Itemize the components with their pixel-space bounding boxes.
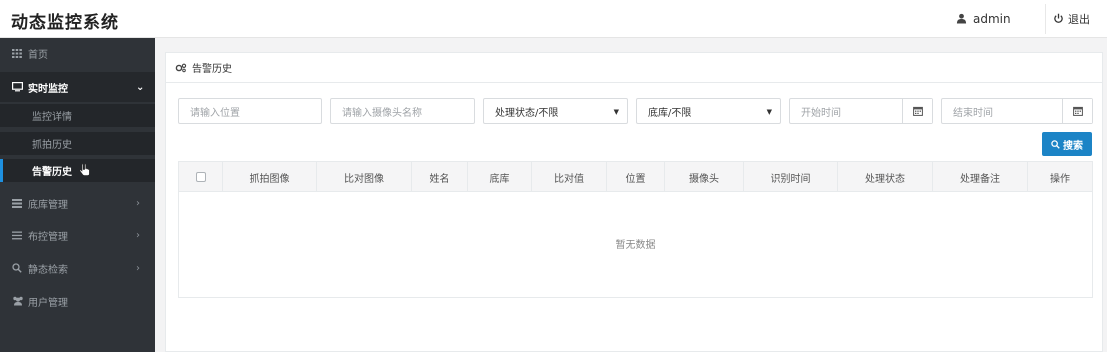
- logout-button[interactable]: 退出: [1053, 0, 1090, 37]
- sidebar-item-static-search[interactable]: 静态检索 ›: [0, 253, 155, 283]
- status-select-value: 处理状态/不限: [495, 107, 559, 119]
- chevron-right-icon: ›: [136, 229, 140, 241]
- sidebar-item-label: 静态检索: [28, 264, 68, 276]
- app-title: 动态监控系统: [11, 13, 119, 33]
- sidebar-subitem-label: 监控详情: [32, 112, 72, 123]
- start-time-placeholder: 开始时间: [801, 107, 841, 119]
- logout-label: 退出: [1068, 12, 1090, 26]
- sidebar-subitem-capture-history[interactable]: 抓拍历史: [0, 132, 155, 155]
- column-header[interactable]: 处理备注: [933, 162, 1028, 192]
- sidebar-item-label: 底库管理: [28, 199, 68, 211]
- calendar-icon[interactable]: [1062, 99, 1092, 123]
- user-icon: [956, 13, 967, 24]
- camera-placeholder: 请输入摄像头名称: [342, 107, 422, 119]
- sidebar: 首页 实时监控 ⌄ 监控详情 抓拍历史 告警历史 底库管理 › 布控管理 › 静…: [0, 38, 155, 352]
- sidebar-item-label: 首页: [28, 49, 48, 61]
- location-placeholder: 请输入位置: [190, 107, 240, 119]
- chevron-right-icon: ›: [136, 197, 140, 209]
- column-header[interactable]: 操作: [1028, 162, 1092, 192]
- panel-header: 告警历史: [166, 53, 1102, 83]
- sidebar-item-user-management[interactable]: 用户管理: [0, 286, 155, 316]
- sidebar-item-library-management[interactable]: 底库管理 ›: [0, 188, 155, 218]
- sidebar-subitem-alarm-history[interactable]: 告警历史: [0, 159, 155, 182]
- sidebar-subitem-label: 抓拍历史: [32, 140, 72, 151]
- search-button[interactable]: 搜索: [1042, 132, 1092, 156]
- hand-pointer-icon: [78, 163, 92, 180]
- column-header[interactable]: 比对图像: [317, 162, 412, 192]
- status-select[interactable]: 处理状态/不限 ▼: [483, 98, 628, 124]
- end-time-input[interactable]: 结束时间: [941, 98, 1093, 124]
- power-icon: [1053, 13, 1064, 24]
- sidebar-subitem-monitor-detail[interactable]: 监控详情: [0, 104, 155, 127]
- start-time-input[interactable]: 开始时间: [789, 98, 933, 124]
- calendar-icon[interactable]: [902, 99, 932, 123]
- select-all-cell: [179, 162, 223, 192]
- top-bar: 动态监控系统 admin 退出: [0, 0, 1107, 38]
- sidebar-item-realtime-monitor[interactable]: 实时监控 ⌄: [0, 72, 155, 102]
- column-header[interactable]: 识别时间: [744, 162, 838, 192]
- location-input[interactable]: 请输入位置: [178, 98, 322, 124]
- column-header[interactable]: 处理状态: [838, 162, 933, 192]
- camera-name-input[interactable]: 请输入摄像头名称: [330, 98, 475, 124]
- sidebar-subitem-label: 告警历史: [32, 167, 72, 178]
- sidebar-item-label: 布控管理: [28, 231, 68, 243]
- empty-state-text: 暂无数据: [615, 240, 656, 251]
- column-header[interactable]: 底库: [468, 162, 532, 192]
- active-indicator: [0, 159, 3, 182]
- users-icon: [12, 296, 24, 306]
- library-select[interactable]: 底库/不限 ▼: [636, 98, 781, 124]
- search-icon: [12, 263, 22, 273]
- table-header: 抓拍图像 比对图像 姓名 底库 比对值 位置 摄像头 识别时间 处理状态 处理备…: [179, 162, 1092, 192]
- sidebar-item-control-management[interactable]: 布控管理 ›: [0, 220, 155, 250]
- user-name: admin: [973, 11, 1011, 26]
- user-menu[interactable]: admin: [956, 0, 1011, 37]
- column-header[interactable]: 比对值: [532, 162, 607, 192]
- list-icon: [12, 231, 22, 240]
- panel-title: 告警历史: [192, 64, 232, 75]
- database-icon: [12, 198, 22, 208]
- chevron-right-icon: ›: [136, 262, 140, 274]
- caret-down-icon: ▼: [613, 108, 619, 116]
- column-header[interactable]: 抓拍图像: [223, 162, 317, 192]
- search-icon: [1051, 139, 1060, 149]
- grid-icon: [12, 48, 22, 58]
- gears-icon: [175, 63, 187, 73]
- column-header[interactable]: 姓名: [412, 162, 468, 192]
- alarm-table: 抓拍图像 比对图像 姓名 底库 比对值 位置 摄像头 识别时间 处理状态 处理备…: [178, 161, 1093, 298]
- chevron-down-icon: ⌄: [136, 81, 145, 93]
- monitor-icon: [12, 82, 23, 92]
- sidebar-item-label: 实时监控: [28, 83, 68, 95]
- sidebar-item-home[interactable]: 首页: [0, 38, 155, 68]
- sidebar-item-label: 用户管理: [28, 297, 68, 309]
- column-header[interactable]: 摄像头: [665, 162, 744, 192]
- caret-down-icon: ▼: [766, 108, 772, 116]
- library-select-value: 底库/不限: [648, 107, 692, 119]
- end-time-placeholder: 结束时间: [953, 107, 993, 119]
- topbar-divider: [1045, 4, 1046, 34]
- search-button-label: 搜索: [1063, 140, 1083, 152]
- column-header[interactable]: 位置: [607, 162, 665, 192]
- select-all-checkbox[interactable]: [195, 172, 206, 182]
